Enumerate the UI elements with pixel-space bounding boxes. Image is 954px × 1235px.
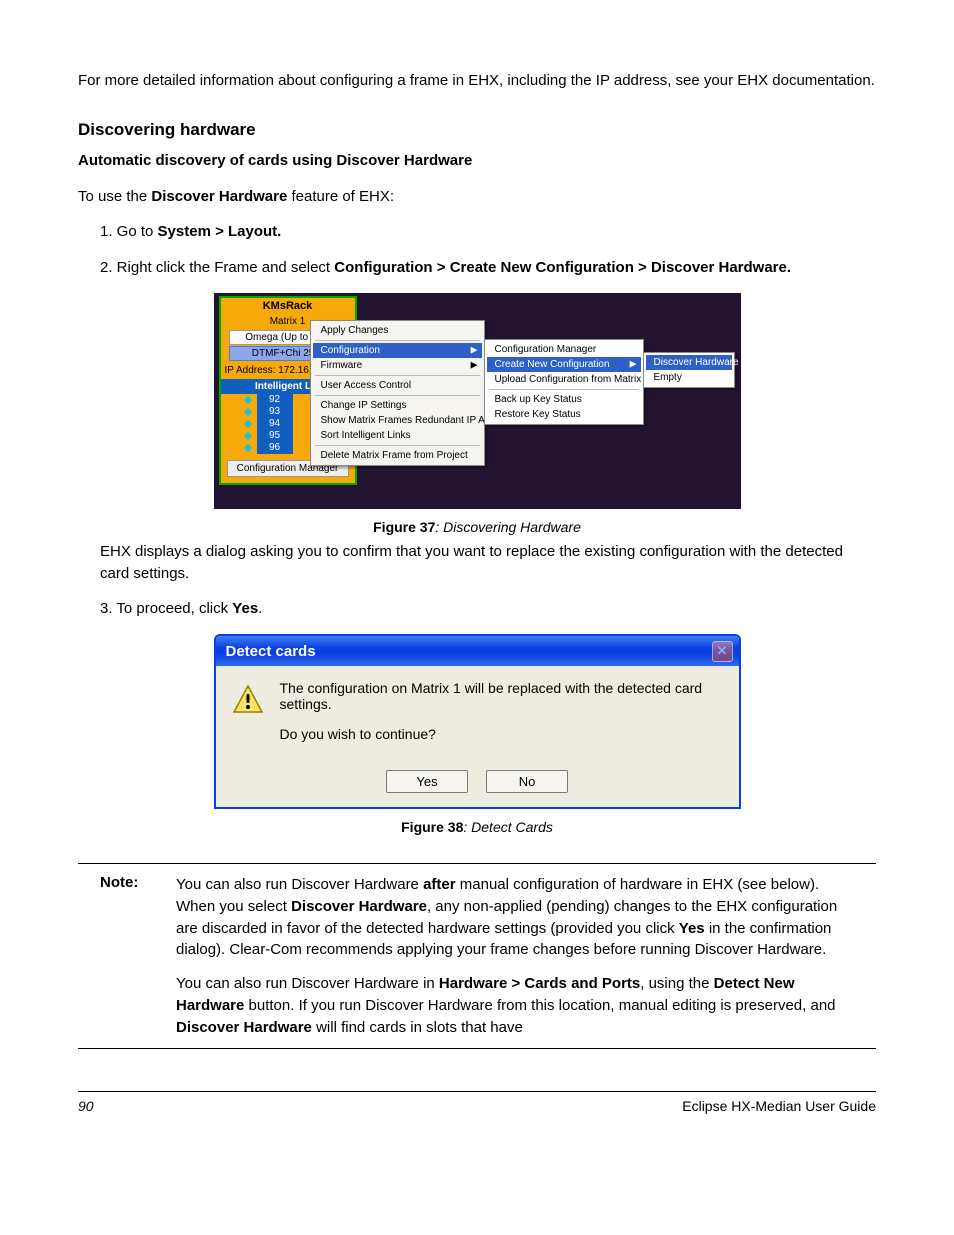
chevron-right-icon: ▶ xyxy=(630,359,637,370)
between-p1: EHX displays a dialog asking you to conf… xyxy=(100,541,876,585)
close-icon[interactable]: ✕ xyxy=(712,641,733,662)
note-text: You can also run Discover Hardware after… xyxy=(176,874,854,1038)
menu-apply-changes[interactable]: Apply Changes xyxy=(313,323,482,338)
diamond-icon xyxy=(243,444,251,452)
diamond-icon xyxy=(243,396,251,404)
rack-title: KMsRack xyxy=(221,298,355,314)
menu-delete-frame[interactable]: Delete Matrix Frame from Project xyxy=(313,448,482,463)
menu-empty[interactable]: Empty xyxy=(646,370,732,385)
context-menu-2: Configuration Manager Create New Configu… xyxy=(484,339,644,425)
step-1: 1. Go to System > Layout. xyxy=(100,221,876,243)
context-menu-3: Discover Hardware Empty xyxy=(643,352,735,388)
diamond-icon xyxy=(243,408,251,416)
subheading-auto-discovery: Automatic discovery of cards using Disco… xyxy=(78,150,876,172)
figure-2-caption: Figure 38: Detect Cards xyxy=(78,819,876,835)
figure-1-caption: Figure 37: Discovering Hardware xyxy=(78,519,876,535)
footer-page: 90 xyxy=(78,1098,94,1114)
intro-p3: To use the Discover Hardware feature of … xyxy=(78,186,876,208)
menu-discover-hardware[interactable]: Discover Hardware xyxy=(646,355,732,370)
menu-cfg-manager[interactable]: Configuration Manager xyxy=(487,342,641,357)
figure-2-dialog: Detect cards ✕ The configuration on Matr… xyxy=(214,634,741,809)
menu-create-new-config[interactable]: Create New Configuration▶ xyxy=(487,357,641,372)
dialog-title: Detect cards xyxy=(226,643,316,660)
heading-discovering-hardware: Discovering hardware xyxy=(78,120,876,140)
dialog-message-2: Do you wish to continue? xyxy=(280,726,723,742)
yes-button[interactable]: Yes xyxy=(386,770,468,793)
menu-user-access-control[interactable]: User Access Control xyxy=(313,378,482,393)
menu-show-redundant-ip[interactable]: Show Matrix Frames Redundant IP Address xyxy=(313,413,482,428)
dialog-titlebar: Detect cards ✕ xyxy=(216,636,739,666)
page-footer: 90 Eclipse HX-Median User Guide xyxy=(78,1091,876,1114)
chevron-right-icon: ▶ xyxy=(471,345,478,356)
diamond-icon xyxy=(243,432,251,440)
step-2: 2. Right click the Frame and select Conf… xyxy=(100,257,876,279)
context-menu-1: Apply Changes Configuration▶ Firmware▶ U… xyxy=(310,320,485,466)
chevron-right-icon: ▶ xyxy=(471,360,478,371)
figure-1-context-menu: KMsRack Matrix 1 Omega (Up to 15 c DTMF+… xyxy=(214,293,741,509)
menu-change-ip[interactable]: Change IP Settings xyxy=(313,398,482,413)
note-block: Note: You can also run Discover Hardware… xyxy=(78,863,876,1049)
note-label: Note: xyxy=(100,874,156,1038)
footer-title: Eclipse HX-Median User Guide xyxy=(682,1098,876,1114)
step-3: 3. To proceed, click Yes. xyxy=(100,598,876,620)
menu-firmware[interactable]: Firmware▶ xyxy=(313,358,482,373)
warning-icon xyxy=(232,684,264,716)
diamond-icon xyxy=(243,420,251,428)
no-button[interactable]: No xyxy=(486,770,568,793)
menu-sort-links[interactable]: Sort Intelligent Links xyxy=(313,428,482,443)
menu-backup-key-status[interactable]: Back up Key Status xyxy=(487,392,641,407)
menu-configuration[interactable]: Configuration▶ xyxy=(313,343,482,358)
menu-restore-key-status[interactable]: Restore Key Status xyxy=(487,407,641,422)
dialog-message-1: The configuration on Matrix 1 will be re… xyxy=(280,680,723,712)
intro-p1: For more detailed information about conf… xyxy=(78,70,876,92)
menu-upload-config[interactable]: Upload Configuration from Matrix Frame xyxy=(487,372,641,387)
